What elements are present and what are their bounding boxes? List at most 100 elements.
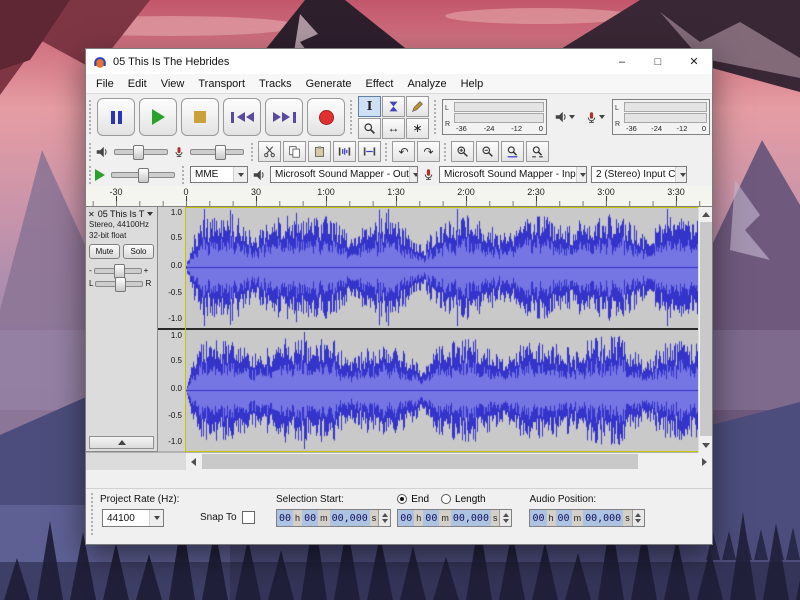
gain-max-label: + (144, 266, 149, 275)
pan-right-label: R (145, 279, 151, 288)
toolbar-grip[interactable] (181, 165, 186, 183)
snap-to-checkbox[interactable] (242, 511, 255, 524)
fit-selection-button[interactable] (501, 141, 524, 162)
trim-audio-button[interactable] (333, 141, 356, 162)
solo-button[interactable]: Solo (123, 244, 154, 259)
waveform-channel-left: 1.0 0.5 0.0 -0.5 -1.0 (158, 207, 698, 328)
minimize-button[interactable]: – (604, 49, 640, 74)
scroll-right-arrow[interactable] (697, 453, 712, 470)
waveform-canvas-right[interactable] (186, 330, 698, 451)
waveform-canvas-left[interactable] (186, 207, 698, 328)
menu-edit[interactable]: Edit (121, 76, 154, 92)
ibeam-icon: I (367, 99, 373, 113)
titlebar[interactable]: 05 This Is The Hebrides – □ ✕ (86, 49, 712, 74)
vertical-ruler[interactable]: 1.0 0.5 0.0 -0.5 -1.0 (158, 330, 186, 451)
skip-to-end-button[interactable] (265, 98, 303, 136)
output-volume-slider[interactable] (114, 149, 168, 155)
toolbar-grip[interactable] (90, 492, 95, 536)
horizontal-scroll-thumb[interactable] (202, 454, 638, 469)
envelope-tool-button[interactable] (382, 96, 405, 117)
zoom-out-button[interactable] (476, 141, 499, 162)
slider-thumb[interactable] (133, 145, 144, 160)
length-radio[interactable] (441, 494, 451, 504)
selection-start-field[interactable]: 00h00m00,000s (276, 509, 391, 527)
spinner-buttons[interactable] (378, 510, 390, 526)
edit-toolbar (257, 141, 382, 162)
slider-thumb[interactable] (215, 145, 226, 160)
input-volume-slider[interactable] (190, 149, 244, 155)
cut-button[interactable] (258, 141, 281, 162)
toolbar-grip[interactable] (443, 142, 448, 160)
record-meter-menu-button[interactable] (582, 108, 608, 127)
input-device-select[interactable]: Microsoft Sound Mapper - Inp (439, 166, 587, 183)
slider-thumb[interactable] (115, 277, 126, 292)
output-device-select[interactable]: Microsoft Sound Mapper - Out (270, 166, 418, 183)
end-radio[interactable] (397, 494, 407, 504)
menu-file[interactable]: File (89, 76, 121, 92)
selection-tool-button[interactable]: I (358, 96, 381, 117)
paste-button[interactable] (308, 141, 331, 162)
scroll-up-arrow[interactable] (699, 207, 712, 222)
multi-tool-button[interactable]: ∗ (406, 118, 429, 139)
track-collapse-button[interactable] (89, 436, 154, 449)
menu-transport[interactable]: Transport (191, 76, 252, 92)
toolbar-grip[interactable] (88, 99, 93, 136)
playback-meter[interactable]: L R -36-24-120 (442, 99, 547, 135)
vertical-ruler[interactable]: 1.0 0.5 0.0 -0.5 -1.0 (158, 207, 186, 328)
horizontal-scrollbar[interactable] (186, 453, 712, 470)
copy-button[interactable] (283, 141, 306, 162)
scroll-down-arrow[interactable] (699, 438, 712, 453)
menu-effect[interactable]: Effect (359, 76, 401, 92)
gain-slider[interactable] (94, 268, 142, 274)
track-control-panel[interactable]: ✕ 05 This Is T Stereo, 44100Hz 32-bit fl… (86, 207, 158, 452)
toolbar-grip[interactable] (433, 99, 438, 136)
stop-button[interactable] (181, 98, 219, 136)
slider-thumb[interactable] (138, 168, 149, 183)
toolbar-grip[interactable] (250, 142, 255, 160)
redo-button[interactable]: ↷ (417, 141, 440, 162)
audio-position-field[interactable]: 00h00m00,000s (529, 509, 644, 527)
menu-view[interactable]: View (154, 76, 192, 92)
mute-button[interactable]: Mute (89, 244, 120, 259)
audio-host-select[interactable]: MME (190, 166, 248, 183)
close-button[interactable]: ✕ (676, 49, 712, 74)
track-name[interactable]: 05 This Is T (98, 209, 145, 219)
record-button[interactable] (307, 98, 345, 136)
input-channels-select[interactable]: 2 (Stereo) Input C (591, 166, 687, 183)
skip-to-start-button[interactable] (223, 98, 261, 136)
maximize-button[interactable]: □ (640, 49, 676, 74)
menu-analyze[interactable]: Analyze (400, 76, 453, 92)
playback-meter-menu-button[interactable] (551, 107, 578, 127)
vertical-scrollbar[interactable] (698, 207, 712, 453)
play-button[interactable] (139, 98, 177, 136)
draw-tool-button[interactable] (406, 96, 429, 117)
menu-generate[interactable]: Generate (299, 76, 359, 92)
toolbar-grip[interactable] (88, 165, 93, 183)
project-rate-select[interactable]: 44100 (102, 509, 164, 527)
toolbar-grip[interactable] (349, 99, 354, 136)
menu-help[interactable]: Help (454, 76, 491, 92)
fit-project-button[interactable] (526, 141, 549, 162)
zoom-tool-button[interactable] (358, 118, 381, 139)
play-at-speed-icon[interactable] (95, 169, 105, 181)
zoom-in-button[interactable] (451, 141, 474, 162)
timeshift-tool-button[interactable]: ↔ (382, 118, 405, 139)
track-menu-chevron-icon[interactable] (147, 212, 153, 216)
toolbar-grip[interactable] (384, 142, 389, 160)
silence-audio-button[interactable] (358, 141, 381, 162)
play-speed-slider[interactable] (111, 172, 175, 178)
spinner-buttons[interactable] (499, 510, 511, 526)
pan-slider[interactable] (95, 281, 143, 287)
recording-meter[interactable]: L R -36-24-120 (612, 99, 710, 135)
pause-button[interactable] (97, 98, 135, 136)
vertical-scroll-thumb[interactable] (700, 222, 712, 436)
timeline-ruler[interactable]: -30 0 30 1:00 1:30 2:00 2:30 3:00 3:30 (86, 186, 712, 207)
scroll-left-arrow[interactable] (186, 453, 201, 470)
menu-tracks[interactable]: Tracks (252, 76, 299, 92)
undo-button[interactable]: ↶ (392, 141, 415, 162)
microphone-icon (422, 168, 435, 181)
toolbar-grip[interactable] (88, 142, 93, 160)
spinner-buttons[interactable] (632, 510, 644, 526)
selection-end-field[interactable]: 00h00m00,000s (397, 509, 512, 527)
track-close-icon[interactable]: ✕ (88, 210, 95, 219)
